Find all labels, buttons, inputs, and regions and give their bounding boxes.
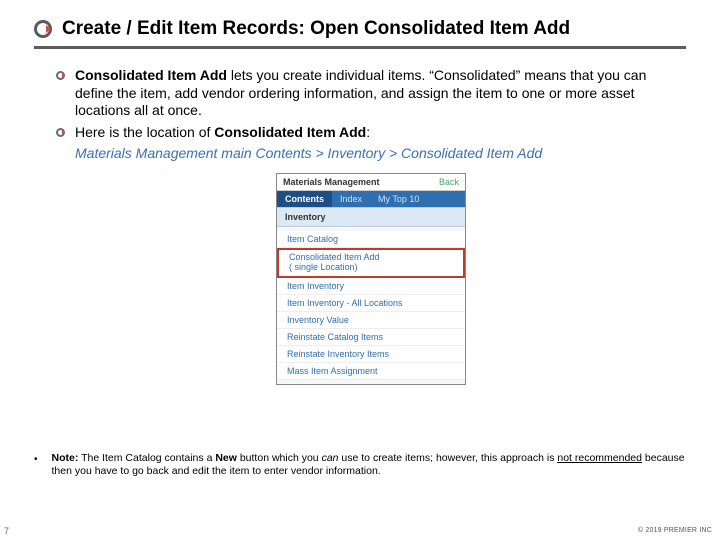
note-t2: button which you bbox=[237, 452, 322, 464]
note-t1: The Item Catalog contains a bbox=[78, 452, 215, 464]
page-title: Create / Edit Item Records: Open Consoli… bbox=[62, 18, 570, 40]
screenshot-panel: Materials Management Back Contents Index… bbox=[276, 173, 466, 385]
screenshot-title: Materials Management bbox=[283, 177, 380, 187]
link-mass-item-assignment[interactable]: Mass Item Assignment bbox=[277, 363, 465, 380]
bullet-1-lead: Consolidated Item Add bbox=[75, 67, 227, 83]
bullet-icon bbox=[56, 71, 65, 80]
breadcrumb-path: Materials Management main Contents > Inv… bbox=[75, 145, 686, 161]
note-notrec: not recommended bbox=[557, 452, 642, 464]
bullet-icon bbox=[56, 128, 65, 137]
logo-bullet-icon bbox=[34, 20, 52, 38]
note-text: Note: The Item Catalog contains a New bu… bbox=[52, 452, 686, 478]
link-item-inventory-all[interactable]: Item Inventory - All Locations bbox=[277, 295, 465, 312]
tab-mytop10[interactable]: My Top 10 bbox=[370, 191, 427, 207]
section-inventory[interactable]: Inventory bbox=[277, 207, 465, 227]
page-number: 7 bbox=[4, 526, 9, 536]
tab-index[interactable]: Index bbox=[332, 191, 370, 207]
note-new: New bbox=[215, 452, 237, 464]
note-t3: use to create items; however, this appro… bbox=[339, 452, 558, 464]
link-consolidated-l2: ( single Location) bbox=[289, 262, 358, 272]
note-lead: Note: bbox=[52, 452, 79, 464]
link-inventory-value[interactable]: Inventory Value bbox=[277, 312, 465, 329]
bullet-2-tail: : bbox=[366, 124, 370, 140]
bullet-1: Consolidated Item Add lets you create in… bbox=[75, 67, 686, 120]
bullet-2-bold: Consolidated Item Add bbox=[214, 124, 366, 140]
tab-contents[interactable]: Contents bbox=[277, 191, 332, 207]
link-item-catalog[interactable]: Item Catalog bbox=[277, 231, 465, 248]
link-consolidated-item-add[interactable]: Consolidated Item Add ( single Location) bbox=[277, 248, 465, 278]
link-item-inventory[interactable]: Item Inventory bbox=[277, 278, 465, 295]
back-link[interactable]: Back bbox=[439, 177, 459, 187]
link-reinstate-catalog[interactable]: Reinstate Catalog Items bbox=[277, 329, 465, 346]
title-underline bbox=[34, 46, 686, 49]
link-reinstate-inventory[interactable]: Reinstate Inventory Items bbox=[277, 346, 465, 363]
bullet-2: Here is the location of Consolidated Ite… bbox=[75, 124, 370, 142]
copyright: © 2019 PREMIER INC bbox=[638, 527, 712, 534]
note-can: can bbox=[322, 452, 339, 464]
bullet-2-lead: Here is the location of bbox=[75, 124, 214, 140]
note-bullet: • bbox=[34, 452, 38, 478]
link-consolidated-l1: Consolidated Item Add bbox=[289, 252, 380, 262]
